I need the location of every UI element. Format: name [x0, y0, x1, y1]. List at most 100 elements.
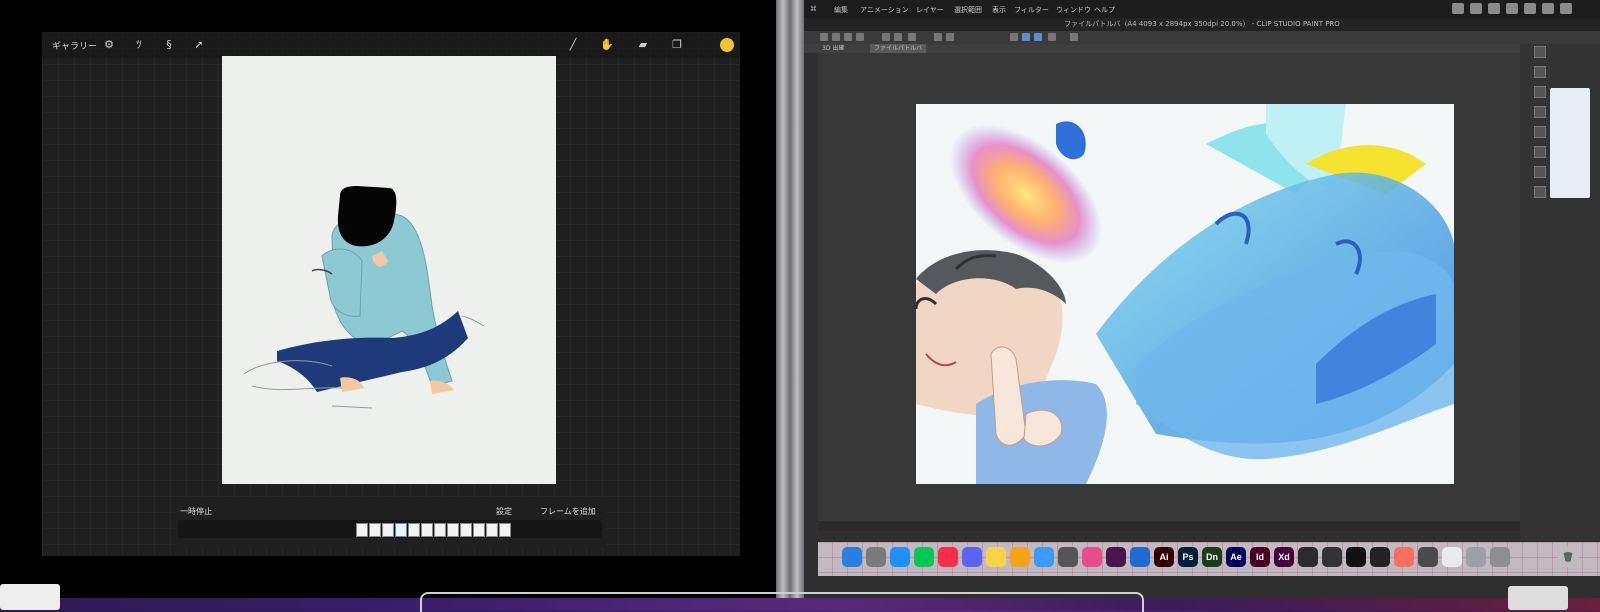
animation-frame[interactable]: [499, 523, 511, 537]
procreate-canvas[interactable]: [222, 56, 556, 484]
animation-frame[interactable]: [369, 523, 381, 537]
menu-selection[interactable]: 選択範囲: [954, 5, 982, 15]
status-icon[interactable]: [1542, 3, 1554, 14]
eraser-icon[interactable]: ▰: [636, 38, 650, 52]
dock-app-icon[interactable]: Ps: [1178, 547, 1198, 567]
dock-app-icon[interactable]: [866, 547, 886, 567]
animation-frame[interactable]: [486, 523, 498, 537]
wifi-icon[interactable]: [1524, 3, 1536, 14]
dock-app-icon[interactable]: [1034, 547, 1054, 567]
fill-icon[interactable]: [946, 33, 954, 41]
pause-button[interactable]: 一時停止: [180, 506, 212, 517]
dock-app-icon[interactable]: Dn: [1202, 547, 1222, 567]
dock-app-icon[interactable]: [1490, 547, 1510, 567]
dock-app-icon[interactable]: [1418, 547, 1438, 567]
save-as-icon[interactable]: [856, 33, 864, 41]
dock-app-icon[interactable]: [1442, 547, 1462, 567]
snap-active-icon[interactable]: [1034, 33, 1042, 41]
dock-app-icon[interactable]: [842, 547, 862, 567]
panel-icon[interactable]: [1534, 66, 1546, 78]
brush-icon[interactable]: ╱: [566, 38, 580, 52]
status-icon[interactable]: [1470, 3, 1482, 14]
dock-app-icon[interactable]: [962, 547, 982, 567]
open-icon[interactable]: [832, 33, 840, 41]
control-center-icon[interactable]: [1560, 3, 1572, 14]
dock-app-icon[interactable]: [1082, 547, 1102, 567]
clear-icon[interactable]: [908, 33, 916, 41]
color-picker-swatch[interactable]: [720, 38, 734, 52]
dock-app-icon[interactable]: [1394, 547, 1414, 567]
snap-active-icon[interactable]: [1022, 33, 1030, 41]
panel-icon[interactable]: [1534, 86, 1546, 98]
animation-frame[interactable]: [447, 523, 459, 537]
snap-icon[interactable]: [1010, 33, 1018, 41]
channel-logo: [1508, 586, 1568, 610]
dock-app-icon[interactable]: [1322, 547, 1342, 567]
dock-app-icon[interactable]: [1298, 547, 1318, 567]
panel-icon[interactable]: [1534, 106, 1546, 118]
status-icon[interactable]: [1452, 3, 1464, 14]
animation-frame[interactable]: [395, 523, 407, 537]
status-icon[interactable]: [1488, 3, 1500, 14]
menu-help[interactable]: ヘルプ: [1094, 5, 1115, 15]
gallery-button[interactable]: ギャラリー: [52, 39, 97, 52]
trash-icon[interactable]: 🗑: [1558, 547, 1578, 567]
wrench-icon[interactable]: ⚙: [102, 38, 116, 52]
dock-app-icon[interactable]: [1370, 547, 1390, 567]
animation-frame[interactable]: [408, 523, 420, 537]
menu-filter[interactable]: フィルター: [1014, 5, 1049, 15]
dock-app-icon[interactable]: Xd: [1274, 547, 1294, 567]
menu-window[interactable]: ウィンドウ: [1056, 5, 1091, 15]
selection-s-icon[interactable]: §: [162, 38, 176, 52]
animation-frame[interactable]: [421, 523, 433, 537]
settings-button[interactable]: 設定: [496, 506, 512, 517]
panel-icon[interactable]: [1534, 46, 1546, 58]
panel-icon[interactable]: [1534, 186, 1546, 198]
dock-app-icon[interactable]: [914, 547, 934, 567]
animation-frame[interactable]: [382, 523, 394, 537]
panel-icon[interactable]: [1534, 166, 1546, 178]
csp-canvas-illustration[interactable]: [916, 104, 1454, 484]
arrow-cursor-icon[interactable]: ➚: [192, 38, 206, 52]
menu-layer[interactable]: レイヤー: [916, 5, 944, 15]
animation-frame[interactable]: [473, 523, 485, 537]
add-frame-button[interactable]: フレームを追加: [540, 506, 596, 517]
menu-animation[interactable]: アニメーション: [860, 5, 909, 15]
csp-right-panel: [1520, 44, 1600, 540]
menu-edit[interactable]: 編集: [834, 5, 848, 15]
dock-app-icon[interactable]: [1058, 547, 1078, 567]
menu-view[interactable]: 表示: [992, 5, 1006, 15]
dock-app-icon[interactable]: [1346, 547, 1366, 567]
panel-icon[interactable]: [1534, 126, 1546, 138]
undo-icon[interactable]: [882, 33, 890, 41]
redo-icon[interactable]: [894, 33, 902, 41]
ruler-icon[interactable]: [1048, 33, 1056, 41]
layers-icon[interactable]: ❐: [670, 38, 684, 52]
dock-app-icon[interactable]: [1010, 547, 1030, 567]
dock-app-icon[interactable]: [1130, 547, 1150, 567]
status-icon[interactable]: [1506, 3, 1518, 14]
dock-app-icon[interactable]: [1466, 547, 1486, 567]
tab-current-file[interactable]: ファイルパトルバ: [870, 44, 927, 53]
wand-icon[interactable]: ﾂ: [132, 38, 146, 52]
navigator-thumbnail[interactable]: [1550, 88, 1590, 198]
dock-app-icon[interactable]: Ai: [1154, 547, 1174, 567]
dock-app-icon[interactable]: Ae: [1226, 547, 1246, 567]
panel-icon[interactable]: [1534, 146, 1546, 158]
dock-app-icon[interactable]: Id: [1250, 547, 1270, 567]
dock-app-icon[interactable]: [890, 547, 910, 567]
save-icon[interactable]: [844, 33, 852, 41]
edit-icon[interactable]: [1070, 33, 1078, 41]
apple-menu-icon[interactable]: ⌘: [810, 5, 817, 13]
animation-frame[interactable]: [460, 523, 472, 537]
animation-frame[interactable]: [434, 523, 446, 537]
transform-icon[interactable]: [934, 33, 942, 41]
animation-frame[interactable]: [356, 523, 368, 537]
monitor-bezel: [790, 0, 804, 598]
smudge-icon[interactable]: ✋: [600, 38, 614, 52]
dock-app-icon[interactable]: [1106, 547, 1126, 567]
new-file-icon[interactable]: [820, 33, 828, 41]
dock-app-icon[interactable]: [986, 547, 1006, 567]
tab-3d[interactable]: 3D 出確: [818, 44, 848, 53]
dock-app-icon[interactable]: [938, 547, 958, 567]
